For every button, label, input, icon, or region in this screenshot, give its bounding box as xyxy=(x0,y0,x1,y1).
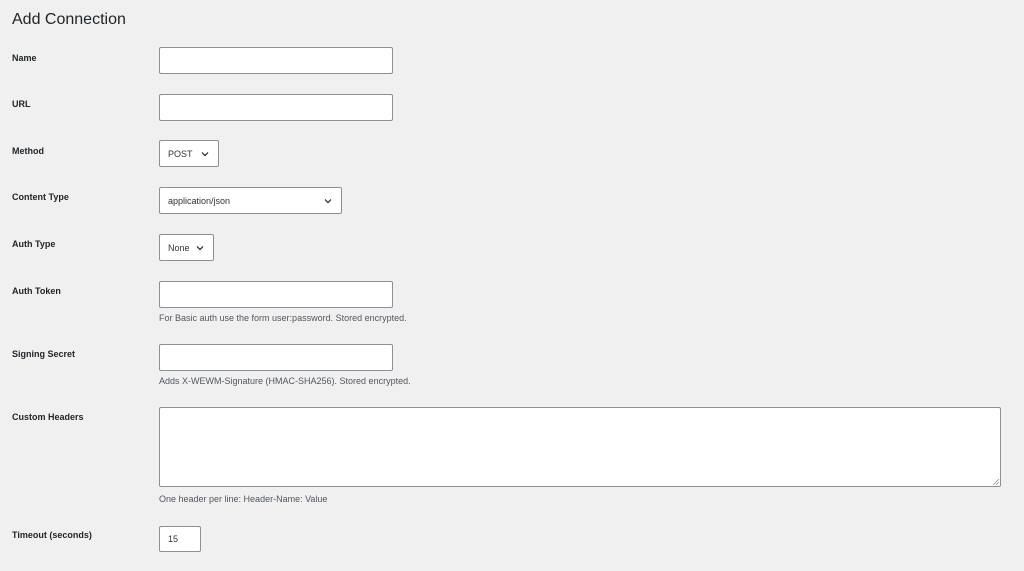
auth-token-label: Auth Token xyxy=(12,286,61,296)
auth-token-help: For Basic auth use the form user:passwor… xyxy=(159,313,407,323)
content-type-label: Content Type xyxy=(12,192,69,202)
chevron-down-icon xyxy=(201,151,209,156)
name-label: Name xyxy=(12,53,37,63)
resize-handle-icon[interactable] xyxy=(992,478,1000,486)
auth-type-label: Auth Type xyxy=(12,239,56,249)
url-input[interactable] xyxy=(159,94,393,121)
name-input[interactable] xyxy=(159,47,393,74)
timeout-input[interactable] xyxy=(159,526,201,552)
chevron-down-icon xyxy=(196,245,204,250)
chevron-down-icon xyxy=(324,198,332,203)
method-label: Method xyxy=(12,146,44,156)
url-label: URL xyxy=(12,99,31,109)
auth-type-select[interactable]: None xyxy=(159,234,214,261)
method-select[interactable]: POST xyxy=(159,140,219,167)
custom-headers-textarea[interactable] xyxy=(159,407,1001,487)
signing-secret-label: Signing Secret xyxy=(12,349,76,359)
signing-secret-input[interactable] xyxy=(159,344,393,371)
page-title: Add Connection xyxy=(12,11,126,28)
custom-headers-label: Custom Headers xyxy=(12,412,84,422)
auth-token-input[interactable] xyxy=(159,281,393,308)
method-select-value: POST xyxy=(168,148,193,159)
timeout-label: Timeout (seconds) xyxy=(12,530,92,540)
custom-headers-help: One header per line: Header-Name: Value xyxy=(159,494,328,504)
content-type-select[interactable]: application/json xyxy=(159,187,342,214)
signing-secret-help: Adds X-WEWM-Signature (HMAC-SHA256). Sto… xyxy=(159,376,411,386)
auth-type-select-value: None xyxy=(168,242,190,253)
content-type-select-value: application/json xyxy=(168,195,231,206)
